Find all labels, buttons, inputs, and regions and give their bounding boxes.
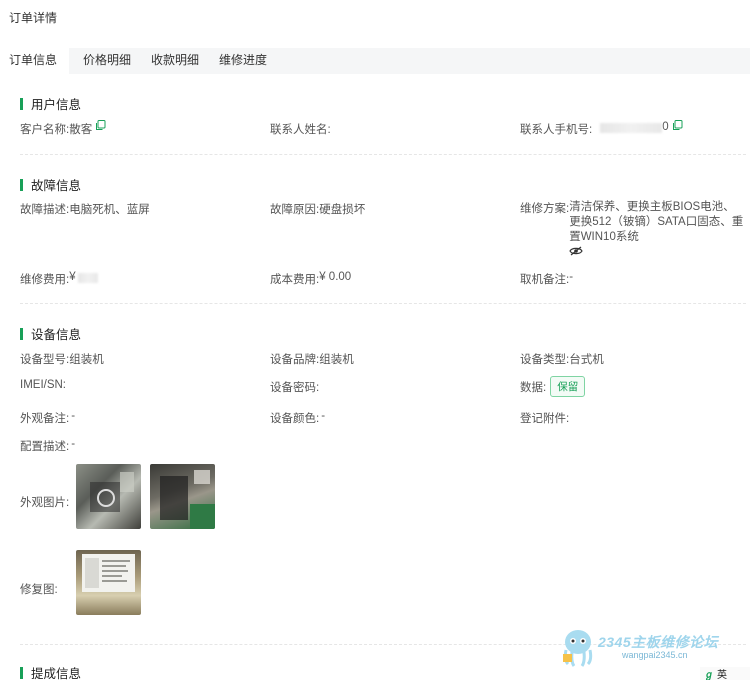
appearance-note-label: 外观备注: — [20, 413, 70, 425]
data-keep-tag: 保留 — [550, 376, 586, 397]
device-color-label: 设备颜色: — [270, 413, 320, 425]
appearance-photos-label: 外观图片: — [20, 497, 70, 509]
device-model-label: 设备型号: — [20, 354, 70, 366]
page-title: 订单详情 — [9, 11, 58, 25]
eye-hidden-icon[interactable] — [569, 246, 746, 259]
repair-plan-label: 维修方案: — [520, 203, 570, 215]
tab-bar: 订单信息 价格明细 收款明细 维修进度 — [0, 48, 750, 74]
ime-logo-icon: ℊ — [704, 670, 714, 680]
redacted-fee — [77, 273, 98, 283]
device-color-field: 设备颜色: - — [270, 410, 325, 426]
tab-price-detail[interactable]: 价格明细 — [75, 48, 144, 74]
tab-order-info[interactable]: 订单信息 — [0, 48, 70, 74]
section-accent-bar — [20, 97, 23, 110]
imei-field: IMEI/SN: — [20, 379, 66, 391]
repair-fee-value: ¥ — [69, 271, 76, 283]
pickup-note-label: 取机备注: — [520, 274, 570, 286]
appearance-photos-field: 外观图片: — [20, 494, 69, 510]
ime-indicator[interactable]: ℊ 英 — [700, 667, 750, 680]
repair-plan-field: 维修方案: 清洁保养、更换主板BIOS电池、更换512（铍镝）SATA口固态、重… — [520, 200, 746, 259]
imei-label: IMEI/SN: — [20, 379, 67, 391]
cost-fee-value: ¥ 0.00 — [319, 271, 352, 283]
appearance-note-value: - — [71, 410, 76, 422]
appearance-photo-1[interactable] — [76, 464, 141, 529]
section-title: 提成信息 — [31, 667, 82, 680]
data-field: 数据: 保留 — [520, 376, 586, 400]
section-accent-bar — [20, 178, 23, 191]
repair-photos-label: 修复图: — [20, 584, 58, 596]
device-model-value: 组装机 — [69, 354, 104, 366]
appearance-photo-2[interactable] — [150, 464, 215, 529]
config-desc-field: 配置描述: - — [20, 438, 75, 454]
customer-name-label: 客户名称: — [20, 124, 70, 136]
copy-icon[interactable] — [95, 120, 106, 131]
section-fault-info: 故障信息 — [20, 175, 81, 194]
section-accent-bar — [20, 327, 23, 340]
config-desc-value: - — [71, 438, 76, 450]
octopus-mascot-icon — [563, 630, 593, 667]
section-submit-info: 提成信息 — [20, 663, 81, 680]
config-desc-label: 配置描述: — [20, 441, 70, 453]
repair-fee-field: 维修费用: ¥ — [20, 271, 98, 287]
repair-plan-value: 清洁保养、更换主板BIOS电池、更换512（铍镝）SATA口固态、重置WIN10… — [569, 201, 744, 243]
repair-fee-label: 维修费用: — [20, 274, 70, 286]
device-type-label: 设备类型: — [520, 354, 570, 366]
section-title: 设备信息 — [31, 328, 82, 342]
pickup-note-value: - — [569, 271, 574, 283]
accessories-field: 登记附件: — [520, 410, 569, 426]
device-password-field: 设备密码: — [270, 379, 319, 395]
fault-desc-label: 故障描述: — [20, 204, 70, 216]
device-type-field: 设备类型: 台式机 — [520, 351, 604, 367]
repair-photo-1[interactable] — [76, 550, 141, 615]
contact-phone-field: 联系人手机号: 0 — [520, 120, 683, 137]
fault-cause-field: 故障原因: 硬盘损坏 — [270, 201, 365, 217]
watermark-subtext: wangpai2345.cn — [622, 650, 688, 660]
repair-photos-field: 修复图: — [20, 581, 58, 597]
contact-name-field: 联系人姓名: — [270, 121, 331, 137]
cost-fee-label: 成本费用: — [270, 274, 320, 286]
device-brand-label: 设备品牌: — [270, 354, 320, 366]
device-brand-field: 设备品牌: 组装机 — [270, 351, 354, 367]
fault-cause-label: 故障原因: — [270, 204, 320, 216]
tab-repair-progress[interactable]: 维修进度 — [211, 48, 280, 74]
section-accent-bar — [20, 666, 23, 679]
data-label: 数据: — [520, 382, 547, 394]
device-color-value: - — [321, 410, 326, 422]
appearance-note-field: 外观备注: - — [20, 410, 75, 426]
device-brand-value: 组装机 — [319, 354, 354, 366]
fault-desc-value: 电脑死机、蓝屏 — [69, 204, 150, 216]
watermark: 2345主板维修论坛 wangpai2345.cn — [560, 628, 718, 671]
pickup-note-field: 取机备注: - — [520, 271, 573, 287]
divider — [20, 154, 746, 155]
section-title: 故障信息 — [31, 179, 82, 193]
customer-name-value: 散客 — [69, 124, 93, 136]
fault-desc-field: 故障描述: 电脑死机、蓝屏 — [20, 201, 150, 217]
contact-phone-tail: 0 — [662, 121, 669, 133]
section-user-info: 用户信息 — [20, 94, 81, 113]
contact-phone-label: 联系人手机号: — [520, 124, 593, 136]
section-title: 用户信息 — [31, 98, 82, 112]
cost-fee-field: 成本费用: ¥ 0.00 — [270, 271, 351, 287]
customer-name-field: 客户名称: 散客 — [20, 120, 106, 137]
accessories-label: 登记附件: — [520, 413, 570, 425]
fault-cause-value: 硬盘损坏 — [319, 204, 366, 216]
tab-payment-detail[interactable]: 收款明细 — [143, 48, 212, 74]
redacted-phone — [600, 123, 663, 133]
ime-language-label: 英 — [717, 670, 727, 680]
contact-name-label: 联系人姓名: — [270, 124, 331, 136]
device-type-value: 台式机 — [569, 354, 604, 366]
device-model-field: 设备型号: 组装机 — [20, 351, 104, 367]
copy-icon[interactable] — [672, 120, 683, 131]
divider — [20, 303, 746, 304]
section-device-info: 设备信息 — [20, 324, 81, 343]
device-password-label: 设备密码: — [270, 382, 320, 394]
watermark-text: 2345主板维修论坛 — [598, 634, 719, 650]
